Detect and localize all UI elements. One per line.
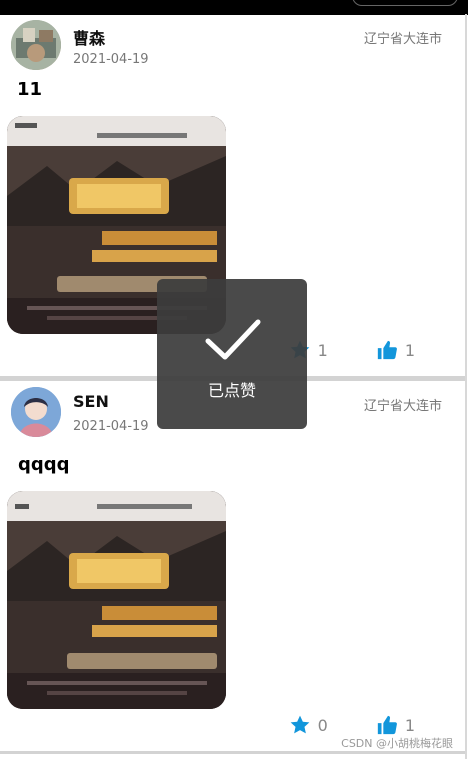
- like-count: 1: [404, 340, 415, 360]
- thumbs-up-icon: [377, 715, 397, 735]
- avatar-photo: [11, 20, 61, 70]
- status-bar: [0, 0, 468, 15]
- like-button[interactable]: 1: [376, 714, 415, 736]
- post-content: 11: [17, 79, 43, 100]
- post-card: SEN 2021-04-19 辽宁省大连市 qqqq 0 1: [0, 382, 465, 750]
- post-divider: [0, 751, 465, 754]
- scrollbar-edge: [465, 14, 467, 759]
- star-icon: [290, 715, 309, 734]
- post-image[interactable]: [7, 491, 226, 709]
- watermark: CSDN @小胡桃梅花眼: [341, 737, 453, 750]
- avatar-photo: [11, 387, 61, 437]
- favorite-button[interactable]: 0: [289, 714, 328, 736]
- toast-message: 已点赞: [207, 381, 256, 400]
- feed-screen: 曹森 2021-04-19 辽宁省大连市 11 1 1 SEN 2021-04-…: [0, 0, 468, 759]
- avatar[interactable]: [11, 387, 61, 437]
- post-location: 辽宁省大连市: [363, 399, 442, 414]
- post-location: 辽宁省大连市: [363, 32, 442, 47]
- post-date: 2021-04-19: [73, 419, 149, 434]
- toast: 已点赞: [157, 279, 307, 429]
- avatar[interactable]: [11, 20, 61, 70]
- post-author: 曹森: [73, 29, 106, 48]
- thumbs-up-icon: [377, 340, 397, 360]
- favorite-count: 1: [317, 340, 328, 360]
- post-date: 2021-04-19: [73, 52, 149, 67]
- like-button[interactable]: 1: [376, 339, 415, 361]
- post-actions: 0 1: [241, 714, 415, 736]
- post-author: SEN: [73, 392, 109, 411]
- capsule-button[interactable]: [352, 0, 458, 6]
- like-count: 1: [404, 715, 415, 735]
- post-content: qqqq: [18, 454, 70, 475]
- poster-image: [7, 491, 226, 709]
- checkmark-icon: [205, 319, 261, 360]
- favorite-count: 0: [317, 715, 328, 735]
